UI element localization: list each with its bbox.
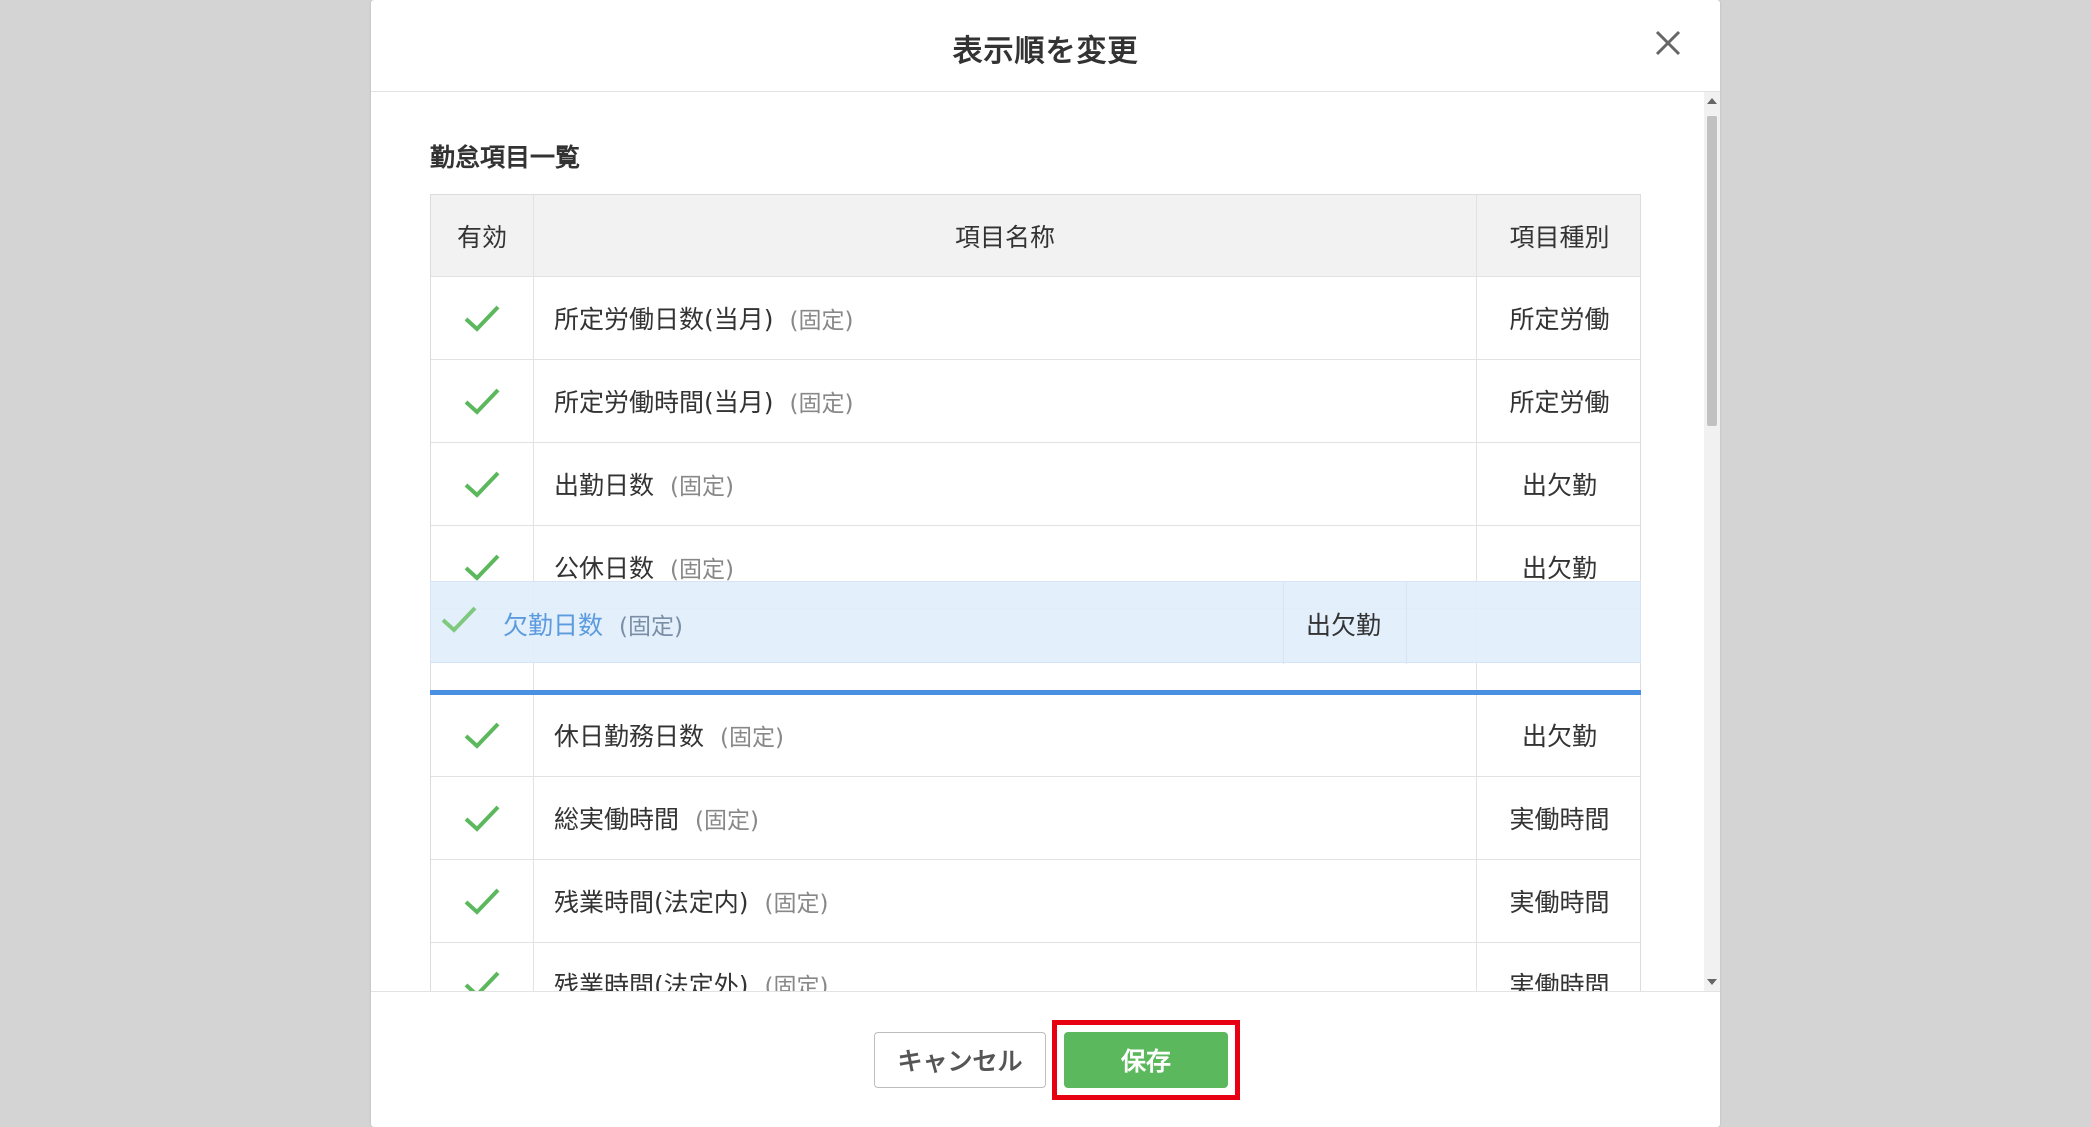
close-button[interactable] bbox=[1652, 27, 1684, 59]
scroll-down-arrow-icon[interactable] bbox=[1707, 979, 1717, 985]
drop-indicator-line bbox=[430, 690, 1641, 695]
dragged-row-ghost[interactable]: 欠勤日数 (固定) 出欠勤 bbox=[430, 581, 1641, 664]
item-type: 出欠勤 bbox=[1521, 471, 1597, 500]
header-type: 項目種別 bbox=[1509, 222, 1610, 252]
modal-footer: キャンセル 保存 bbox=[371, 991, 1720, 1127]
divider bbox=[1283, 582, 1284, 664]
fixed-label: (固定) bbox=[789, 308, 854, 334]
item-name: 出勤日数 bbox=[554, 471, 655, 500]
table-row[interactable]: 総実働時間 (固定) 実働時間 bbox=[431, 777, 1640, 860]
item-type: 所定労働 bbox=[1509, 305, 1610, 334]
modal-body[interactable]: 勤怠項目一覧 有効 項目名称 項目種別 所定労働日数(当月) (固定) 所定労働 … bbox=[371, 92, 1720, 991]
item-name: 欠勤日数 bbox=[503, 611, 604, 640]
table-row[interactable]: 残業時間(法定外) (固定) 実働時間 bbox=[431, 943, 1640, 991]
item-name: 残業時間(法定外) bbox=[554, 971, 749, 991]
header-name: 項目名称 bbox=[534, 195, 1477, 276]
item-name: 公休日数 bbox=[554, 554, 655, 583]
fixed-label: (固定) bbox=[764, 891, 829, 917]
table-row[interactable]: 所定労働時間(当月) (固定) 所定労働 bbox=[431, 360, 1640, 443]
check-icon bbox=[441, 606, 477, 633]
divider bbox=[1406, 582, 1407, 664]
check-icon bbox=[464, 888, 500, 915]
item-type: 出欠勤 bbox=[1521, 722, 1597, 751]
table-row[interactable]: 休日勤務日数 (固定) 出欠勤 bbox=[431, 694, 1640, 777]
item-name: 休日勤務日数 bbox=[554, 722, 705, 751]
fixed-label: (固定) bbox=[720, 725, 784, 751]
table-row[interactable]: 所定労働日数(当月) (固定) 所定労働 bbox=[431, 277, 1640, 360]
table-header-row: 有効 項目名称 項目種別 bbox=[431, 195, 1640, 277]
item-type: 実働時間 bbox=[1509, 805, 1610, 834]
item-type: 実働時間 bbox=[1509, 971, 1610, 991]
check-icon bbox=[464, 722, 500, 749]
check-icon bbox=[464, 305, 500, 332]
close-icon bbox=[1655, 30, 1681, 56]
fixed-label: (固定) bbox=[695, 808, 759, 834]
modal-title: 表示順を変更 bbox=[952, 34, 1139, 69]
section-title: 勤怠項目一覧 bbox=[430, 143, 581, 172]
check-icon bbox=[464, 805, 500, 832]
item-type: 実働時間 bbox=[1509, 888, 1610, 917]
cancel-button[interactable]: キャンセル bbox=[874, 1032, 1046, 1088]
item-type: 出欠勤 bbox=[1306, 611, 1382, 640]
header-valid: 有効 bbox=[431, 195, 534, 276]
modal-header: 表示順を変更 bbox=[371, 0, 1720, 92]
scroll-thumb[interactable] bbox=[1707, 116, 1717, 426]
item-name: 残業時間(法定内) bbox=[554, 888, 749, 917]
fixed-label: (固定) bbox=[789, 391, 854, 417]
fixed-label: (固定) bbox=[670, 474, 734, 500]
change-display-order-modal: 表示順を変更 勤怠項目一覧 有効 項目名称 項目種別 所定労働日数(当月) (固定… bbox=[371, 0, 1720, 1127]
scroll-up-arrow-icon[interactable] bbox=[1707, 98, 1717, 104]
item-name: 所定労働日数(当月) bbox=[554, 305, 774, 334]
vertical-scrollbar[interactable] bbox=[1704, 92, 1720, 991]
check-icon bbox=[464, 471, 500, 498]
check-icon bbox=[464, 554, 500, 581]
fixed-label: (固定) bbox=[764, 974, 829, 991]
check-icon bbox=[464, 971, 500, 991]
fixed-label: (固定) bbox=[670, 557, 734, 583]
table-row[interactable]: 残業時間(法定内) (固定) 実働時間 bbox=[431, 860, 1640, 943]
save-button[interactable]: 保存 bbox=[1064, 1032, 1228, 1088]
item-type: 所定労働 bbox=[1509, 388, 1610, 417]
item-name: 所定労働時間(当月) bbox=[554, 388, 774, 417]
table-row[interactable]: 出勤日数 (固定) 出欠勤 bbox=[431, 443, 1640, 526]
fixed-label: (固定) bbox=[619, 614, 683, 640]
check-icon bbox=[464, 388, 500, 415]
item-name: 総実働時間 bbox=[554, 805, 680, 834]
